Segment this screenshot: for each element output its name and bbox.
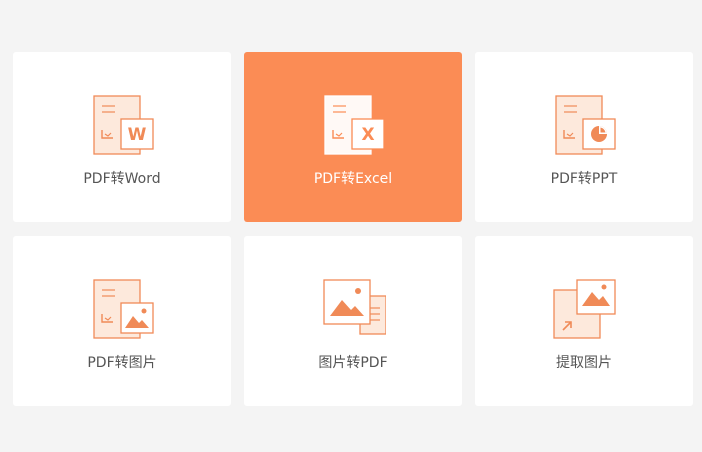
tool-badge-text: W [128,125,147,145]
tool-card-pdf-to-word[interactable]: W PDF转Word [13,52,231,222]
pdf-to-image-icon [93,279,154,339]
extract-image-icon [553,279,616,339]
pdf-to-word-icon: W [93,95,154,155]
pdf-to-excel-icon: X [324,95,385,155]
sun-icon [601,284,607,290]
tool-label: PDF转图片 [87,355,157,371]
tool-label: PDF转PPT [550,171,618,187]
image-to-pdf-icon [323,279,386,335]
sun-icon [141,308,147,314]
tool-grid: W PDF转Word X PDF转Excel PDF转PPT PDF转图片 图片… [13,52,693,406]
tool-badge-text: X [361,125,374,145]
pdf-to-ppt-icon [555,95,616,155]
tool-label: PDF转Excel [313,171,393,187]
tool-card-pdf-to-image[interactable]: PDF转图片 [13,236,231,406]
tool-card-extract-image[interactable]: 提取图片 [475,236,693,406]
tool-card-pdf-to-ppt[interactable]: PDF转PPT [475,52,693,222]
tool-label: 图片转PDF [318,355,388,371]
tool-card-image-to-pdf[interactable]: 图片转PDF [244,236,462,406]
tool-label: PDF转Word [83,171,161,187]
tool-card-pdf-to-excel[interactable]: X PDF转Excel [244,52,462,222]
sun-icon [355,288,361,294]
tool-label: 提取图片 [556,355,612,371]
